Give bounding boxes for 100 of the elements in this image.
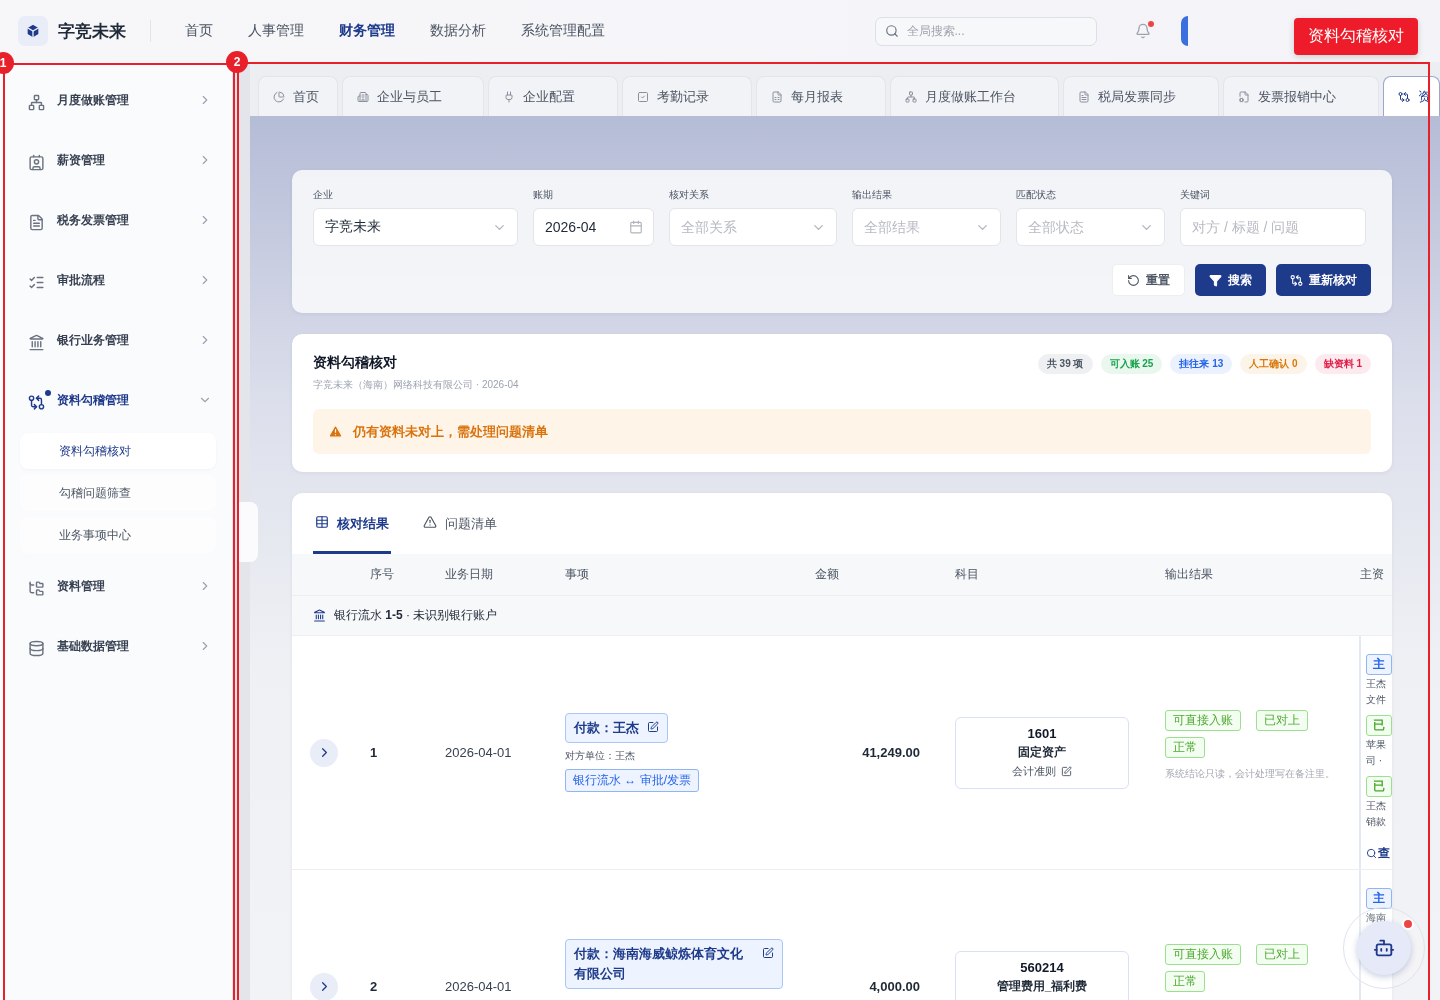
annotation-number: 1 — [0, 52, 14, 74]
cube-icon — [25, 23, 41, 39]
top-nav-item[interactable]: 首页 — [185, 22, 213, 40]
network-icon — [905, 90, 917, 103]
account-code: 560214 — [1020, 959, 1064, 975]
document-note: 海南 — [1366, 911, 1386, 925]
document-note: 苹果 — [1366, 738, 1386, 752]
sidebar-item[interactable]: 基础数据管理 — [20, 616, 216, 676]
robot-icon — [1373, 937, 1395, 959]
primary-button[interactable]: 重新核对 — [1276, 264, 1371, 296]
document-icon — [1078, 90, 1090, 103]
search-field[interactable]: 全局搜索... — [874, 16, 1097, 46]
field-label: 输出结果 — [852, 188, 893, 202]
amount-cell: 41,249.00 — [862, 745, 920, 760]
secondary-button[interactable]: 重置 — [1112, 264, 1185, 296]
amount-cell: 4,000.00 — [869, 979, 920, 994]
view-link[interactable]: 查 — [1366, 845, 1390, 862]
select-field[interactable]: 字竞未来 — [313, 208, 518, 246]
payment-tag: 付款：王杰 — [565, 713, 668, 743]
result-tag: 可直接入账 — [1165, 943, 1241, 965]
page-tab[interactable]: 首页 — [258, 76, 338, 116]
document-note: 王杰 — [1366, 677, 1386, 691]
pie-chart-icon — [273, 90, 285, 103]
count-badge: 人工确认 0 — [1240, 354, 1307, 374]
result-tag: 正常 — [1165, 970, 1205, 992]
sidebar-item[interactable]: 银行业务管理 — [20, 310, 216, 370]
sidebar-item[interactable]: 审批流程 — [20, 250, 216, 310]
compare-arrows-icon — [28, 389, 51, 411]
sidebar-item[interactable]: 薪资管理 — [20, 130, 216, 190]
document-note: 王杰 — [1366, 799, 1386, 813]
edit-icon[interactable] — [1061, 765, 1072, 777]
edit-icon[interactable] — [647, 721, 659, 733]
avatar[interactable] — [1180, 16, 1188, 46]
file-gear-icon — [1238, 90, 1250, 103]
summary-title: 资料勾稽核对 — [313, 354, 398, 372]
field-label: 匹配状态 — [1016, 188, 1057, 202]
group-title: 银行流水 1-5 · 未识别银行账户 — [334, 607, 498, 624]
result-tag: 已对上 — [1256, 943, 1308, 965]
select-field[interactable]: 全部结果 — [852, 208, 1001, 246]
table-cell-text: 2026-04-01 — [445, 979, 513, 994]
result-tag: 正常 — [1165, 736, 1205, 758]
column-header: 事项 — [565, 566, 590, 583]
sidebar-item[interactable]: 月度做账管理 — [20, 70, 216, 130]
top-nav-item[interactable]: 财务管理 — [339, 22, 395, 40]
standard-text: 会计准则 — [1012, 763, 1056, 779]
count-badge: 可入账 25 — [1100, 354, 1163, 374]
page-tab[interactable]: 考勤记录 — [622, 76, 752, 116]
field-label: 核对关系 — [669, 188, 710, 202]
page-tab[interactable]: 每月报表 — [756, 76, 886, 116]
matched-tag: 已 — [1366, 776, 1392, 797]
account-name: 管理费用_福利费 — [996, 977, 1088, 995]
count-badge: 共 39 项 — [1037, 354, 1093, 374]
sidebar-subitem[interactable]: 资料勾稽核对 — [20, 433, 216, 469]
page-tab[interactable]: 月度做账工作台 — [890, 76, 1059, 116]
count-badge: 缺资料 1 — [1314, 354, 1371, 374]
alert-text: 仍有资料未对上，需处理问题清单 — [353, 422, 548, 441]
filter-icon — [1209, 273, 1222, 287]
sidebar-item[interactable]: 资料勾稽管理 — [20, 370, 216, 430]
calendar-icon — [629, 220, 643, 234]
bank-icon — [313, 609, 326, 622]
field-label: 企业 — [313, 188, 334, 202]
page-tab[interactable]: 企业与员工 — [342, 76, 484, 116]
bell-icon[interactable] — [1134, 23, 1151, 39]
check-square-icon — [637, 90, 649, 103]
top-nav-item[interactable]: 数据分析 — [430, 22, 486, 40]
select-field[interactable]: 全部关系 — [669, 208, 837, 246]
page-tab[interactable]: 企业配置 — [488, 76, 618, 116]
table-cell-text: 1 — [370, 745, 379, 760]
relation-link[interactable]: 银行流水 ↔ 审批/发票 — [565, 769, 699, 792]
account-code: 1601 — [1027, 725, 1057, 741]
top-nav-item[interactable]: 人事管理 — [248, 22, 304, 40]
result-tag: 可直接入账 — [1165, 709, 1241, 731]
field-label: 账期 — [533, 188, 554, 202]
input-field[interactable]: 对方 / 标题 / 问题 — [1180, 208, 1366, 246]
select-field[interactable]: 全部状态 — [1016, 208, 1165, 246]
sidebar-item[interactable]: 资料管理 — [20, 556, 216, 616]
result-tag: 已对上 — [1256, 709, 1308, 731]
sidebar-item[interactable]: 税务发票管理 — [20, 190, 216, 250]
account-name: 固定资产 — [1018, 743, 1066, 761]
summary-subtitle: 字竞未来（海南）网络科技有限公司 · 2026-04 — [313, 378, 519, 392]
warning-icon — [328, 424, 343, 439]
page-tab[interactable]: 发票报销中心 — [1223, 76, 1379, 116]
primary-button[interactable]: 搜索 — [1195, 264, 1266, 296]
search-icon — [1366, 848, 1377, 859]
column-header: 主资 — [1360, 566, 1385, 583]
annotation-callout: 资料勾稽核对 — [1294, 18, 1418, 55]
edit-icon[interactable] — [762, 946, 774, 959]
counterparty-text: 对方单位：王杰 — [565, 749, 635, 763]
payment-tag: 付款：海南海威鲸炼体育文化有限公司 — [565, 938, 783, 989]
top-nav-item[interactable]: 系统管理配置 — [521, 22, 605, 40]
primary-tag: 主 — [1366, 654, 1392, 675]
column-header: 科目 — [955, 566, 980, 583]
spreadsheet-icon — [771, 90, 783, 103]
date-field[interactable]: 2026-04 — [533, 208, 654, 246]
expand-button[interactable] — [310, 972, 338, 1000]
plug-icon — [503, 90, 515, 103]
document-note: 销款 — [1366, 815, 1386, 829]
page-tab[interactable]: 税局发票同步 — [1063, 76, 1219, 116]
compare-arrows-icon — [1398, 90, 1410, 103]
results-tab[interactable]: 问题清单 — [421, 515, 499, 554]
